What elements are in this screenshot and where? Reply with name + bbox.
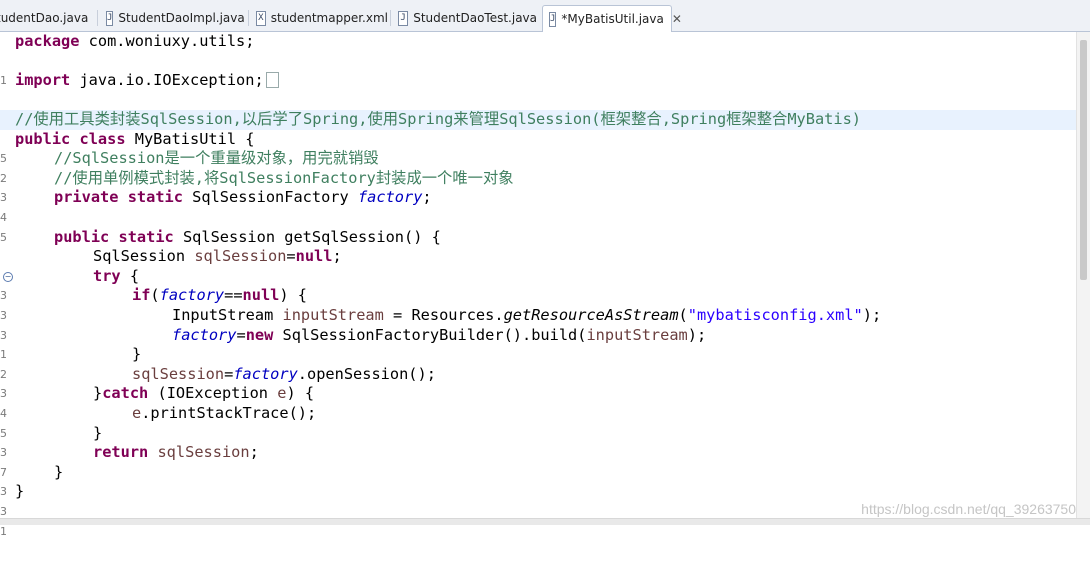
tab-separator bbox=[97, 10, 98, 26]
code-line: 3 e.printStackTrace(); bbox=[0, 404, 1076, 459]
tab-label: *MyBatisUtil.java bbox=[561, 12, 664, 26]
java-file-icon: J bbox=[106, 10, 114, 26]
code-editor[interactable]: 1 package com.woniuxy.utils; + import ja… bbox=[0, 32, 1076, 538]
tab-studentmapper[interactable]: X studentmapper.xml bbox=[250, 6, 388, 30]
tab-label: StudentDaoTest.java bbox=[413, 11, 537, 25]
code-line: 7 } bbox=[0, 424, 1076, 479]
code-line: 3 SqlSession sqlSession=null; bbox=[0, 247, 1076, 302]
tab-separator bbox=[248, 10, 249, 26]
folded-imports-icon[interactable] bbox=[265, 71, 279, 88]
watermark-text: https://blog.csdn.net/qq_39263750 bbox=[861, 501, 1076, 517]
tab-separator bbox=[390, 10, 391, 26]
code-line: 3 return sqlSession; bbox=[0, 443, 1076, 498]
tab-label: studentmapper.xml bbox=[270, 11, 388, 25]
close-icon[interactable]: ✕ bbox=[672, 12, 682, 26]
tab-studentdaoimpl[interactable]: J StudentDaoImpl.java bbox=[100, 6, 245, 30]
tab-studentdao[interactable]: tudentDao.java bbox=[0, 6, 88, 30]
code-line: − public static SqlSession getSqlSession… bbox=[0, 228, 1076, 282]
horizontal-scrollbar[interactable] bbox=[0, 518, 1090, 525]
code-line: 4 //使用单例模式封装,将SqlSessionFactory封装成一个唯一对象 bbox=[0, 169, 1076, 224]
scrollbar-thumb[interactable] bbox=[1080, 40, 1087, 280]
code-line: 1 } bbox=[0, 482, 1076, 537]
java-file-icon: J bbox=[398, 10, 409, 26]
code-line: 3 } bbox=[0, 463, 1076, 518]
code-line: 3 if(factory==null) { bbox=[0, 286, 1076, 341]
vertical-scrollbar[interactable] bbox=[1076, 32, 1090, 520]
tab-mybatisutil[interactable]: J *MyBatisUtil.java ✕ bbox=[542, 5, 682, 32]
code-line: 3 try { bbox=[0, 267, 1076, 322]
tab-label: StudentDaoImpl.java bbox=[118, 11, 245, 25]
code-line: 3 //SqlSession是一个重量级对象，用完就销毁 bbox=[0, 149, 1076, 204]
code-line: 3 } bbox=[0, 345, 1076, 400]
code-line: 1 package com.woniuxy.utils; bbox=[0, 32, 1076, 87]
tab-studentdaotest[interactable]: J StudentDaoTest.java bbox=[392, 6, 537, 30]
java-file-icon: J bbox=[549, 11, 557, 27]
code-line: 5 }catch (IOException e) { bbox=[0, 384, 1076, 439]
code-line: 4 sqlSession=factory.openSession(); bbox=[0, 365, 1076, 420]
editor-tab-bar: tudentDao.java J StudentDaoImpl.java X s… bbox=[0, 0, 1090, 32]
code-line: + import java.io.IOException; bbox=[0, 71, 1076, 126]
code-line: 5 private static SqlSessionFactory facto… bbox=[0, 188, 1076, 243]
code-line: 1 InputStream inputStream = Resources.ge… bbox=[0, 306, 1076, 361]
code-line: 2 factory=new SqlSessionFactoryBuilder()… bbox=[0, 326, 1076, 381]
xml-file-icon: X bbox=[256, 10, 266, 26]
tab-label: tudentDao.java bbox=[0, 11, 89, 25]
code-line-current: 5 //使用工具类封装SqlSession,以后学了Spring,使用Sprin… bbox=[0, 110, 1076, 165]
code-line: 2 public class MyBatisUtil { bbox=[0, 130, 1076, 185]
